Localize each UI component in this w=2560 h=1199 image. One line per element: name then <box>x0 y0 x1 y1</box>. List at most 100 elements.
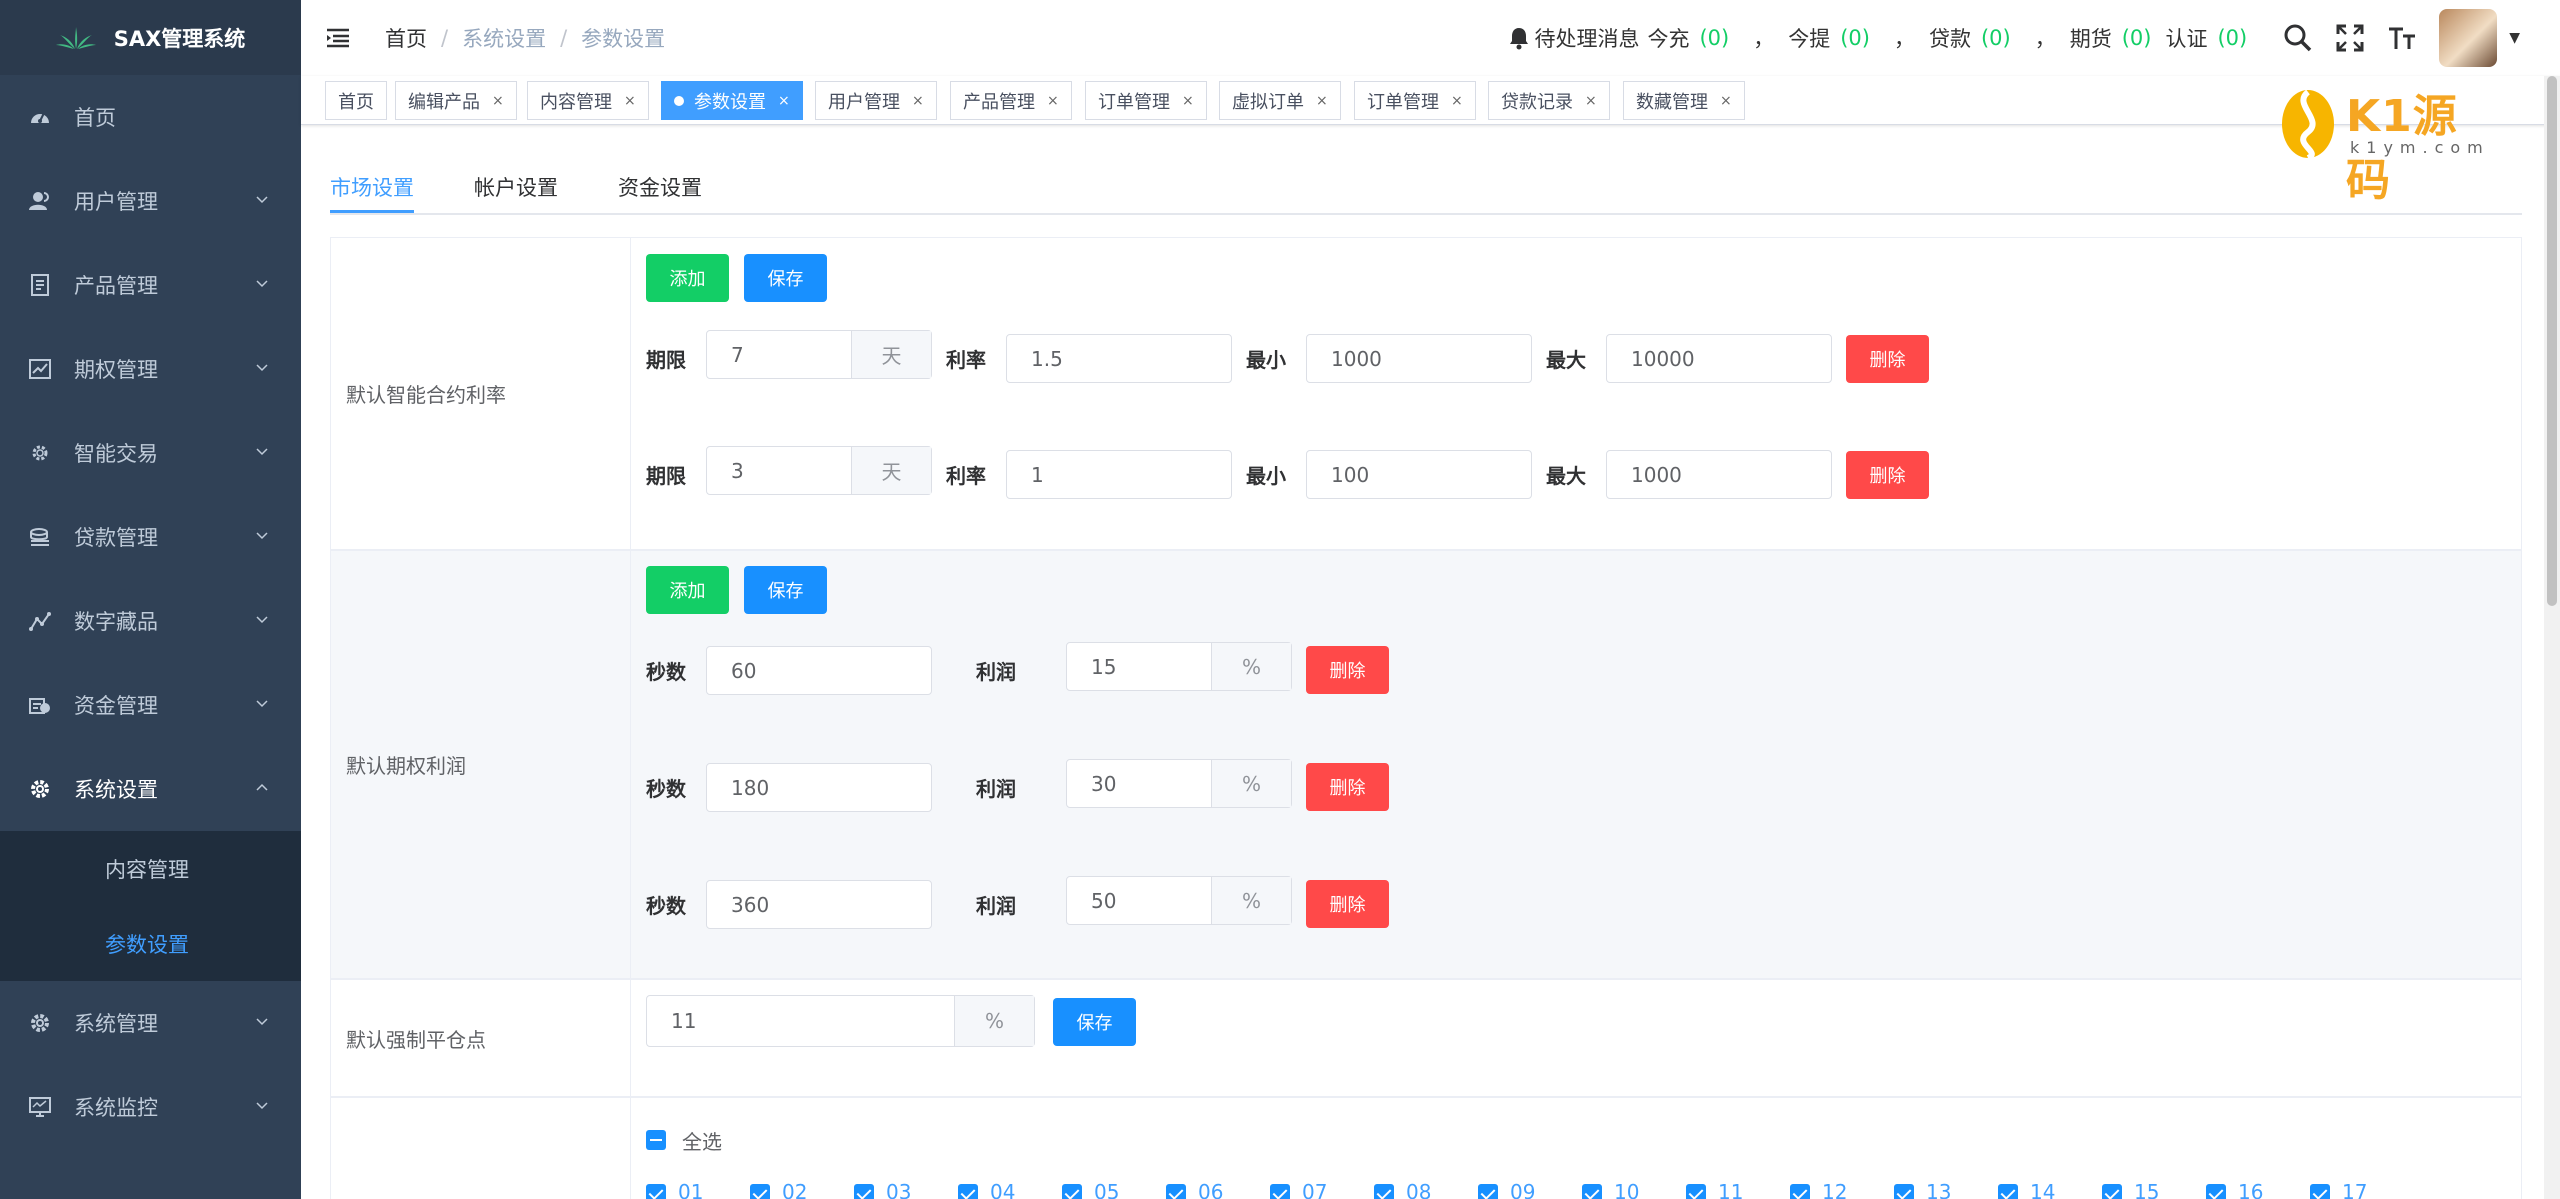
sidebar-item-system-monitor[interactable]: 系统监控 <box>0 1065 301 1149</box>
checkbox[interactable] <box>646 1184 666 1199</box>
checkbox[interactable] <box>1374 1184 1394 1199</box>
stat-auth-count[interactable]: (0) <box>2217 26 2247 50</box>
checkbox[interactable] <box>2310 1184 2330 1199</box>
sidebar-item-funds[interactable]: 资金管理 <box>0 663 301 747</box>
close-icon[interactable]: × <box>912 93 924 109</box>
caret-down-icon[interactable]: ▼ <box>2509 30 2520 46</box>
search-icon[interactable] <box>2283 23 2313 53</box>
sidebar-item-users[interactable]: 用户管理 <box>0 159 301 243</box>
checkbox[interactable] <box>1894 1184 1914 1199</box>
rate-input[interactable]: 1.5 <box>1006 334 1232 383</box>
checkbox[interactable] <box>1998 1184 2018 1199</box>
sidebar-item-system-settings[interactable]: 系统设置 <box>0 747 301 831</box>
tag-loan-records[interactable]: 贷款记录 × <box>1488 81 1610 120</box>
min-input[interactable]: 100 <box>1306 450 1532 499</box>
tab-account-settings[interactable]: 帐户设置 <box>474 172 558 202</box>
save-button[interactable]: 保存 <box>744 254 827 302</box>
sidebar-subitem-label: 内容管理 <box>105 857 189 882</box>
hamburger-icon[interactable] <box>325 25 351 51</box>
tag-home[interactable]: 首页 <box>325 81 387 120</box>
close-icon[interactable]: × <box>1047 93 1059 109</box>
tag-params-settings[interactable]: 参数设置 × <box>661 81 803 120</box>
add-button[interactable]: 添加 <box>646 254 729 302</box>
delete-button[interactable]: 删除 <box>1306 646 1389 694</box>
delete-button[interactable]: 删除 <box>1846 451 1929 499</box>
checkbox[interactable] <box>854 1184 874 1199</box>
checkbox[interactable] <box>750 1184 770 1199</box>
sidebar-item-smart-trade[interactable]: 智能交易 <box>0 411 301 495</box>
scrollbar-thumb[interactable] <box>2547 76 2557 606</box>
checkbox[interactable] <box>1166 1184 1186 1199</box>
tag-user-management[interactable]: 用户管理 × <box>815 81 937 120</box>
close-icon[interactable]: × <box>1182 93 1194 109</box>
liquidation-input[interactable]: 11% <box>646 995 1035 1047</box>
profit-value: 30 <box>1091 771 1117 796</box>
stat-recharge-count[interactable]: (0) <box>1699 26 1729 50</box>
tab-fund-settings[interactable]: 资金设置 <box>618 172 702 202</box>
stat-loan-count[interactable]: (0) <box>1981 26 2011 50</box>
rate-input[interactable]: 1 <box>1006 450 1232 499</box>
profit-input[interactable]: 50% <box>1066 876 1292 925</box>
sidebar-item-home[interactable]: 首页 <box>0 75 301 159</box>
close-icon[interactable]: × <box>492 93 504 109</box>
max-input[interactable]: 10000 <box>1606 334 1832 383</box>
seconds-input[interactable]: 180 <box>706 763 932 812</box>
close-icon[interactable]: × <box>1451 93 1463 109</box>
sidebar-subitem-content[interactable]: 内容管理 <box>0 831 301 906</box>
checkbox[interactable] <box>2102 1184 2122 1199</box>
checkbox[interactable] <box>1062 1184 1082 1199</box>
delete-button[interactable]: 删除 <box>1306 763 1389 811</box>
seconds-input[interactable]: 360 <box>706 880 932 929</box>
checkbox[interactable] <box>958 1184 978 1199</box>
sidebar-item-loans[interactable]: 贷款管理 <box>0 495 301 579</box>
breadcrumb-home[interactable]: 首页 <box>385 23 427 53</box>
checkbox[interactable] <box>1478 1184 1498 1199</box>
close-icon[interactable]: × <box>624 93 636 109</box>
close-icon[interactable]: × <box>1585 93 1597 109</box>
tag-label: 虚拟订单 <box>1232 91 1304 113</box>
sidebar-item-options[interactable]: 期权管理 <box>0 327 301 411</box>
avatar[interactable] <box>2439 9 2498 67</box>
fullscreen-icon[interactable] <box>2335 23 2365 53</box>
tag-product-management[interactable]: 产品管理 × <box>950 81 1072 120</box>
tag-order-management-2[interactable]: 订单管理 × <box>1354 81 1476 120</box>
min-input[interactable]: 1000 <box>1306 334 1532 383</box>
checkbox[interactable] <box>1790 1184 1810 1199</box>
tag-order-management[interactable]: 订单管理 × <box>1085 81 1207 120</box>
term-input[interactable]: 7天 <box>706 330 932 379</box>
tag-content-management[interactable]: 内容管理 × <box>527 81 649 120</box>
sidebar-subitem-params[interactable]: 参数设置 <box>0 906 301 981</box>
select-all-checkbox[interactable] <box>646 1130 666 1150</box>
max-input[interactable]: 1000 <box>1606 450 1832 499</box>
tab-market-settings[interactable]: 市场设置 <box>330 172 414 202</box>
delete-button[interactable]: 删除 <box>1306 880 1389 928</box>
profit-input[interactable]: 15% <box>1066 642 1292 691</box>
sidebar-item-digital-collectibles[interactable]: 数字藏品 <box>0 579 301 663</box>
add-button[interactable]: 添加 <box>646 566 729 614</box>
delete-button[interactable]: 删除 <box>1846 335 1929 383</box>
sidebar-item-system-management[interactable]: 系统管理 <box>0 981 301 1065</box>
close-icon[interactable]: × <box>1316 93 1328 109</box>
sidebar-item-products[interactable]: 产品管理 <box>0 243 301 327</box>
save-button[interactable]: 保存 <box>1053 998 1136 1046</box>
font-size-icon[interactable] <box>2387 23 2417 53</box>
close-icon[interactable]: × <box>1720 93 1732 109</box>
stat-futures-count[interactable]: (0) <box>2122 26 2152 50</box>
profit-input[interactable]: 30% <box>1066 759 1292 808</box>
tag-virtual-orders[interactable]: 虚拟订单 × <box>1219 81 1341 120</box>
vertical-scrollbar[interactable] <box>2544 76 2560 1199</box>
seconds-input[interactable]: 60 <box>706 646 932 695</box>
tag-collectibles-management[interactable]: 数藏管理 × <box>1623 81 1745 120</box>
checkbox[interactable] <box>2206 1184 2226 1199</box>
tag-edit-product[interactable]: 编辑产品 × <box>395 81 517 120</box>
stat-withdraw-count[interactable]: (0) <box>1840 26 1870 50</box>
checkbox[interactable] <box>1582 1184 1602 1199</box>
app-logo[interactable]: SAX管理系统 <box>0 0 301 75</box>
close-icon[interactable]: × <box>778 93 790 109</box>
stat-futures-label: 期货 <box>2069 27 2112 51</box>
checkbox[interactable] <box>1270 1184 1290 1199</box>
term-input[interactable]: 3天 <box>706 446 932 495</box>
save-button[interactable]: 保存 <box>744 566 827 614</box>
checkbox[interactable] <box>1686 1184 1706 1199</box>
stat-separator: ， <box>2034 27 2056 51</box>
